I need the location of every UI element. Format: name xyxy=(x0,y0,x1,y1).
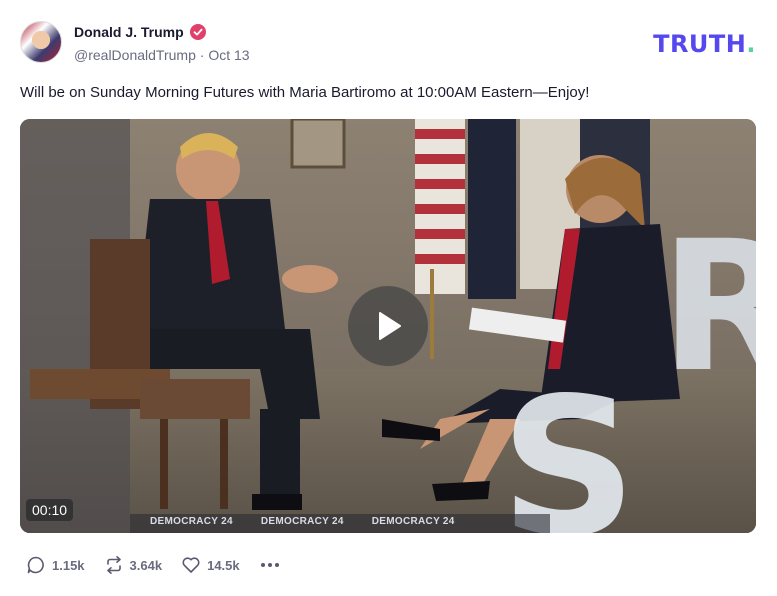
post-date[interactable]: Oct 13 xyxy=(208,47,249,63)
author-handle[interactable]: @realDonaldTrump xyxy=(74,47,196,63)
like-count: 14.5k xyxy=(207,557,240,573)
reply-button[interactable]: 1.15k xyxy=(26,555,85,575)
brand-dot: . xyxy=(746,30,756,58)
meta-separator: · xyxy=(199,47,205,63)
brand-name: TRUTH xyxy=(653,30,747,58)
like-button[interactable]: 14.5k xyxy=(181,555,240,575)
play-icon xyxy=(379,312,401,340)
heart-icon xyxy=(182,557,200,573)
author-name[interactable]: Donald J. Trump xyxy=(74,24,184,40)
svg-text:S: S xyxy=(500,357,637,533)
chyron-text: DEMOCRACY 24 xyxy=(260,516,344,527)
truth-logo[interactable]: TRUTH. xyxy=(653,30,756,58)
video-duration: 00:10 xyxy=(26,499,74,521)
chyron-text: DEMOCRACY 24 xyxy=(150,516,233,527)
verified-icon xyxy=(189,24,206,40)
retruth-count: 3.64k xyxy=(129,557,163,573)
svg-text:R: R xyxy=(660,203,756,412)
reply-count: 1.15k xyxy=(52,557,85,573)
retruth-icon xyxy=(106,556,121,574)
post-meta: @realDonaldTrump · Oct 13 xyxy=(74,47,250,63)
avatar[interactable] xyxy=(20,21,62,63)
post-text: Will be on Sunday Morning Futures with M… xyxy=(20,84,590,101)
reply-icon xyxy=(27,556,44,574)
author-block: Donald J. Trump @realDonaldTrump · Oct 1… xyxy=(74,23,250,63)
more-options-icon[interactable] xyxy=(259,555,281,575)
chyron-text: DEMOCRACY 24 xyxy=(371,516,455,527)
retruth-button[interactable]: 3.64k xyxy=(104,555,163,575)
video-chyron: DEMOCRACY 24 DEMOCRACY 24 DEMOCRACY 24 xyxy=(150,516,570,527)
play-button[interactable] xyxy=(348,286,428,366)
video-player[interactable]: R S DEMOCRACY 24 DEMOCRACY 24 DEMOCRACY … xyxy=(20,119,756,533)
post-actions: 1.15k 3.64k 14.5k xyxy=(26,555,281,575)
